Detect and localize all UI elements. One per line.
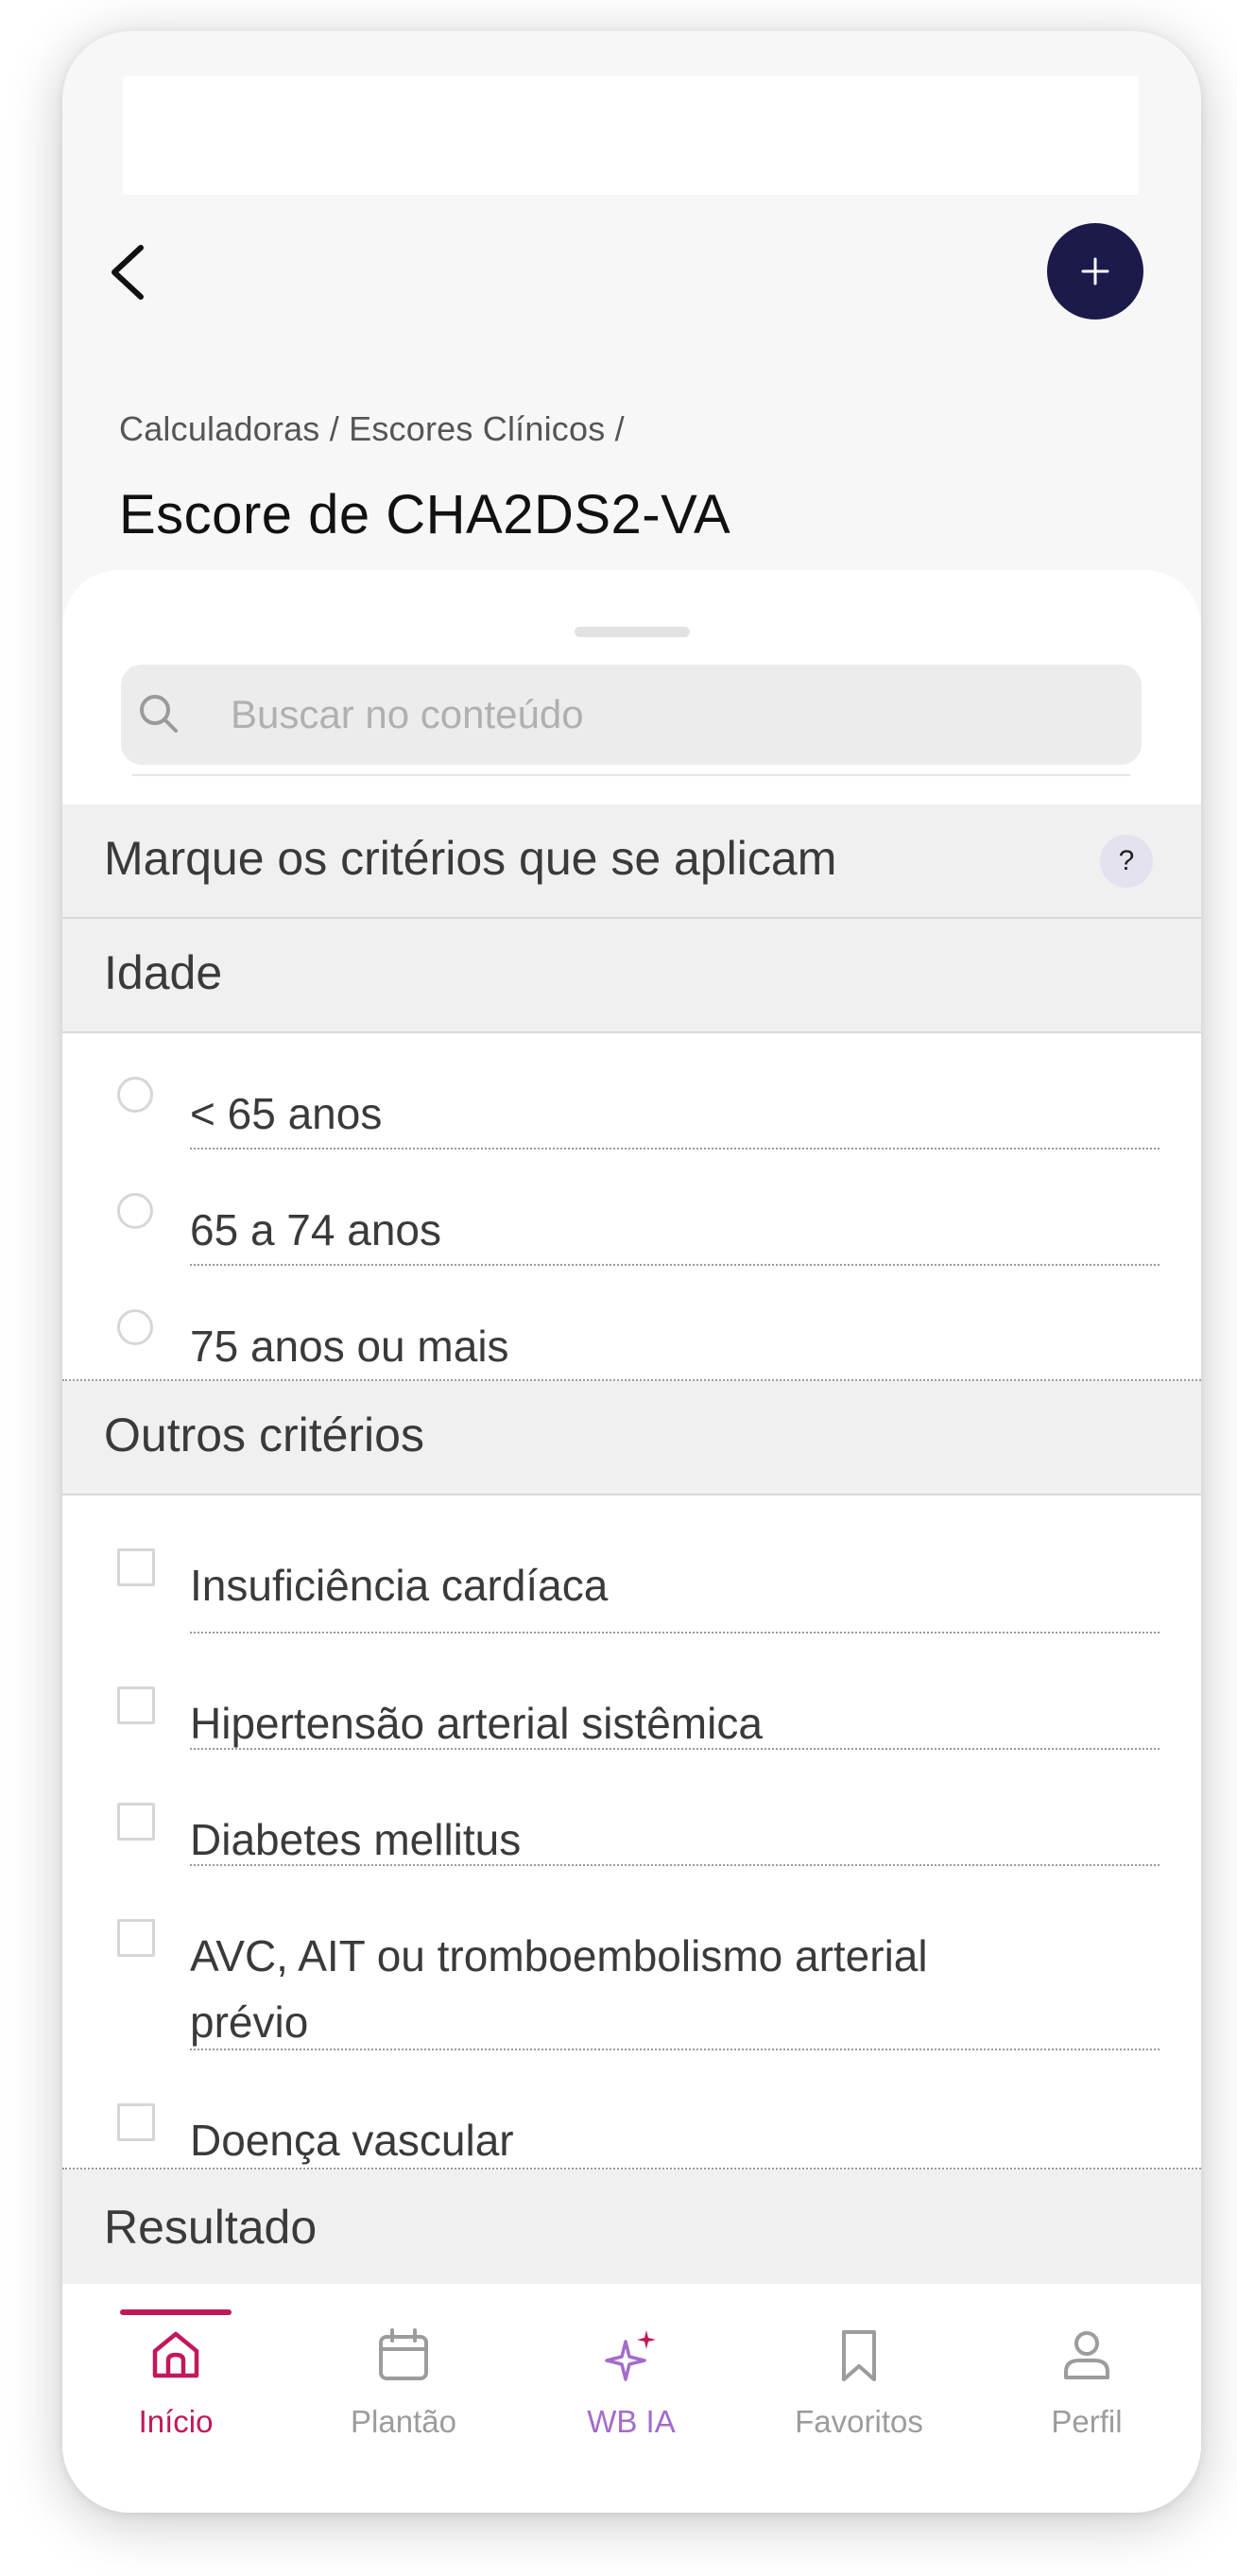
section-header-age: Idade <box>62 919 1201 1033</box>
home-icon <box>152 2331 199 2378</box>
checkbox[interactable] <box>117 1803 155 1841</box>
search-placeholder: Buscar no conteúdo <box>231 692 584 736</box>
nav-label: Início <box>138 2404 214 2439</box>
checkbox[interactable] <box>117 2103 155 2141</box>
help-button[interactable]: ? <box>1100 835 1153 888</box>
calendar-icon <box>379 2328 428 2380</box>
radio-button[interactable] <box>117 1077 153 1113</box>
option-label: Diabetes mellitus <box>190 1815 522 1864</box>
search-divider <box>132 774 1130 776</box>
option-label: Insuficiência cardíaca <box>190 1561 609 1610</box>
section-header-other: Outros critérios <box>62 1381 1201 1495</box>
search-input[interactable]: Buscar no conteúdo <box>121 665 1142 765</box>
drag-handle[interactable] <box>575 627 690 637</box>
section-title-age: Idade <box>104 946 223 999</box>
bottom-navigation: Início Plantão WB IA Favoritos Perfil <box>62 2309 1201 2513</box>
search-icon <box>140 695 178 733</box>
checkbox[interactable] <box>117 1919 155 1957</box>
criterion-option[interactable]: Diabetes mellitus <box>62 1750 1201 1866</box>
age-option[interactable]: < 65 anos <box>62 1033 1201 1150</box>
criterion-option[interactable]: Hipertensão arterial sistêmica <box>62 1634 1201 1750</box>
add-button[interactable] <box>1047 223 1143 320</box>
chevron-left-icon <box>112 245 144 300</box>
criterion-option[interactable]: AVC, AIT ou tromboembolismo arterial pré… <box>62 1866 1201 2050</box>
option-label: Hipertensão arterial sistêmica <box>190 1699 763 1748</box>
user-icon <box>1064 2331 1109 2379</box>
sparkles-icon <box>605 2330 656 2381</box>
nav-item-wb-ia[interactable]: WB IA <box>518 2309 745 2513</box>
top-banner-placeholder <box>123 76 1139 195</box>
breadcrumb[interactable]: Calculadoras / Escores Clínicos / <box>119 409 625 449</box>
nav-label: Perfil <box>1051 2404 1123 2439</box>
nav-label: Favoritos <box>795 2404 923 2439</box>
option-label: AVC, AIT ou tromboembolismo arterial pré… <box>190 1931 928 2047</box>
checkbox[interactable] <box>117 1548 155 1586</box>
app-screen: Calculadoras / Escores Clínicos / Escore… <box>62 31 1201 2513</box>
criterion-option[interactable]: Insuficiência cardíaca <box>62 1495 1201 1634</box>
page-title: Escore de CHA2DS2-VA <box>119 484 731 545</box>
bookmark-icon <box>842 2330 876 2381</box>
radio-button[interactable] <box>117 1309 153 1345</box>
checkbox[interactable] <box>117 1686 155 1724</box>
plus-icon <box>1081 257 1109 285</box>
criteria-header-label: Marque os critérios que se aplicam <box>104 832 837 885</box>
option-label: 65 a 74 anos <box>190 1205 442 1254</box>
nav-item-favoritos[interactable]: Favoritos <box>746 2309 972 2513</box>
radio-button[interactable] <box>117 1193 153 1229</box>
criteria-header: Marque os critérios que se aplicam ? <box>62 804 1201 919</box>
nav-item-perfil[interactable]: Perfil <box>973 2309 1200 2513</box>
option-label: 75 anos ou mais <box>190 1322 509 1371</box>
help-icon: ? <box>1118 845 1135 876</box>
section-title-result: Resultado <box>104 2201 318 2254</box>
content-sheet: Buscar no conteúdo Marque os critérios q… <box>62 570 1201 2513</box>
nav-label: WB IA <box>587 2404 676 2439</box>
nav-label: Plantão <box>351 2404 456 2439</box>
nav-item-plantao[interactable]: Plantão <box>290 2309 517 2513</box>
criterion-option[interactable]: Doença vascular <box>62 2050 1201 2168</box>
age-option[interactable]: 75 anos ou mais <box>62 1266 1201 1379</box>
option-label: < 65 anos <box>190 1089 383 1138</box>
nav-item-inicio[interactable]: Início <box>62 2309 289 2513</box>
section-title-other: Outros critérios <box>104 1409 424 1461</box>
back-button[interactable] <box>94 230 161 315</box>
section-header-result: Resultado <box>62 2170 1201 2284</box>
age-option[interactable]: 65 a 74 anos <box>62 1150 1201 1266</box>
option-label: Doença vascular <box>190 2116 514 2165</box>
active-indicator <box>120 2309 232 2315</box>
